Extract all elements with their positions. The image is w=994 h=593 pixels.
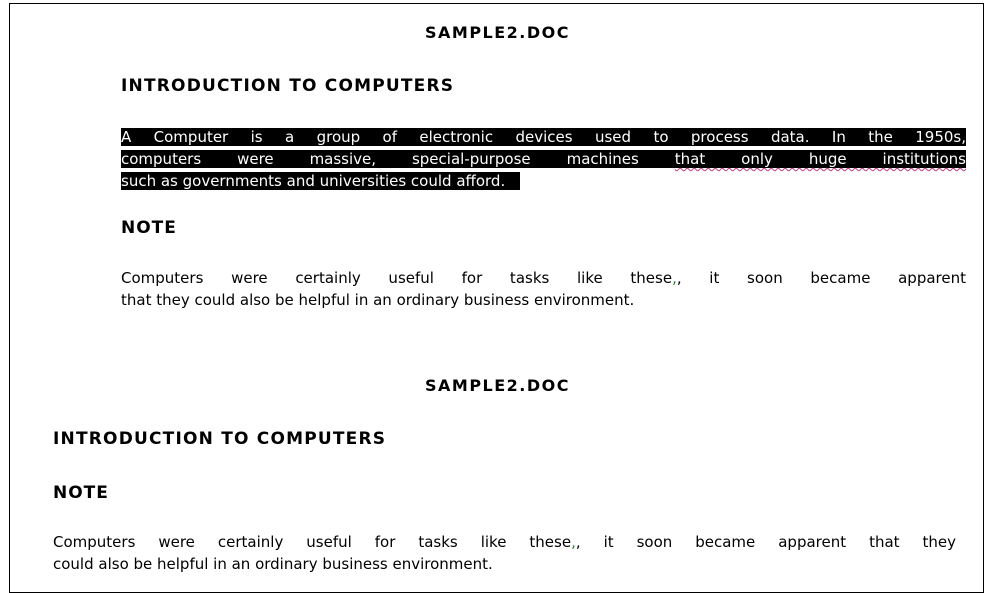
selected-text-segment[interactable]: computers were massive, special-purpose … [121, 150, 639, 168]
section-heading: INTRODUCTION TO COMPUTERS [121, 76, 455, 96]
section-heading: INTRODUCTION TO COMPUTERS [53, 429, 387, 449]
note-heading: NOTE [121, 218, 177, 238]
document-page: SAMPLE2.DOC INTRODUCTION TO COMPUTERS A … [9, 3, 984, 593]
paragraph-line[interactable]: computers were massive, special-purpose … [121, 148, 966, 170]
paragraph-line[interactable]: Computers were certainly useful for task… [121, 267, 966, 289]
spelling-error-underline[interactable]: that only huge institutions [675, 150, 966, 168]
paragraph-line[interactable]: A Computer is a group of electronic devi… [121, 126, 966, 148]
document-title: SAMPLE2.DOC [424, 376, 570, 395]
selected-text[interactable]: such as governments and universities cou… [121, 172, 520, 190]
selected-text[interactable]: A Computer is a group of electronic devi… [121, 128, 966, 146]
paragraph-line[interactable]: Computers were certainly useful for task… [53, 531, 956, 553]
document-title: SAMPLE2.DOC [424, 23, 570, 42]
selected-paragraph[interactable]: A Computer is a group of electronic devi… [121, 126, 966, 192]
note-heading: NOTE [53, 483, 109, 503]
paragraph-text[interactable]: Computers were certainly useful for task… [121, 269, 672, 287]
paragraph-line[interactable]: could also be helpful in an ordinary bus… [53, 553, 956, 575]
selected-text-segment[interactable]: such as governments and universities cou… [121, 172, 505, 190]
selected-text[interactable]: computers were massive, special-purpose … [121, 150, 966, 168]
paragraph-text[interactable]: , it soon became apparent [677, 269, 966, 287]
paragraph-line[interactable]: such as governments and universities cou… [121, 170, 966, 192]
note-paragraph[interactable]: Computers were certainly useful for task… [121, 267, 966, 311]
paragraph-text[interactable]: Computers were certainly useful for task… [53, 533, 571, 551]
paragraph-text[interactable]: , it soon became apparent that they [576, 533, 956, 551]
paragraph-line[interactable]: that they could also be helpful in an or… [121, 289, 966, 311]
note-paragraph[interactable]: Computers were certainly useful for task… [53, 531, 956, 575]
